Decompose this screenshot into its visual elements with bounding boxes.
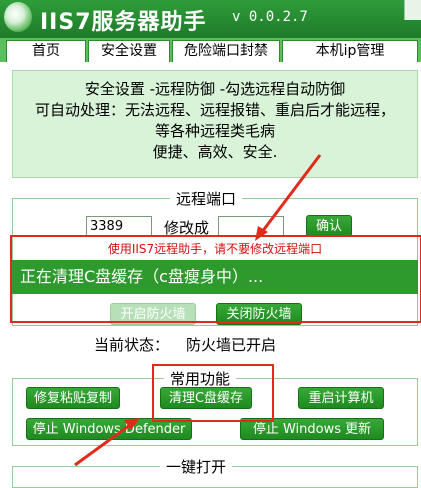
annotation-arrows bbox=[74, 154, 322, 467]
annotation-arrow-line bbox=[260, 154, 322, 233]
annotation-arrow-line bbox=[74, 423, 131, 467]
